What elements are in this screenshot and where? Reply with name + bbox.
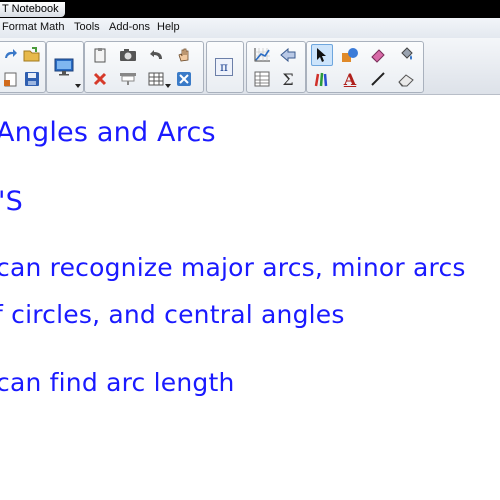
graph-icon xyxy=(254,48,270,62)
line-button[interactable] xyxy=(367,68,389,90)
redo-button[interactable] xyxy=(0,44,21,66)
toolbar-group-tools: A xyxy=(306,41,424,93)
eraser-pink-icon xyxy=(371,49,385,63)
whiteboard-canvas[interactable]: Angles and Arcs 'S can recognize major a… xyxy=(0,95,500,500)
menu-tools[interactable]: Tools xyxy=(74,21,100,33)
note-title-line: Angles and Arcs xyxy=(0,117,216,148)
paint-bucket-icon xyxy=(401,47,413,60)
menu-format[interactable]: Format xyxy=(2,21,37,33)
page-icon xyxy=(4,72,17,87)
menu-bar: Format Math Tools Add-ons Help xyxy=(0,18,500,39)
add-page-button[interactable] xyxy=(0,68,21,90)
arrow-shape-icon xyxy=(280,47,296,63)
note-line-5: can find arc length xyxy=(0,368,235,397)
delete-x-icon xyxy=(93,72,107,86)
line-icon xyxy=(371,72,385,86)
delete-button[interactable] xyxy=(89,68,111,90)
display-button[interactable] xyxy=(53,56,75,78)
close-x-box-icon xyxy=(177,72,191,86)
save-button[interactable] xyxy=(21,68,43,90)
camera-icon xyxy=(120,49,136,61)
sigma-icon: Σ xyxy=(282,69,294,89)
toolbar-group-page xyxy=(84,41,204,93)
magic-pen-button[interactable] xyxy=(367,44,389,66)
toolbar-group-math: π xyxy=(206,41,244,93)
shapes-button[interactable] xyxy=(339,44,361,66)
select-button[interactable] xyxy=(311,44,333,66)
eraser-button[interactable] xyxy=(395,68,417,90)
menu-math[interactable]: Math xyxy=(40,21,64,33)
undo-button[interactable] xyxy=(145,44,167,66)
touch-button[interactable] xyxy=(173,44,195,66)
data-table-icon xyxy=(254,71,270,87)
toolbar-group-display xyxy=(46,41,84,93)
graph-button[interactable] xyxy=(251,44,273,66)
menu-add-ons[interactable]: Add-ons xyxy=(109,21,150,33)
title-bar: T Notebook xyxy=(0,0,500,18)
paste-button[interactable] xyxy=(89,44,111,66)
pens-button[interactable] xyxy=(311,68,333,90)
note-line-4: f circles, and central angles xyxy=(0,300,345,329)
open-folder-icon xyxy=(23,47,40,62)
save-icon xyxy=(25,72,39,86)
full-screen-button[interactable] xyxy=(173,68,195,90)
math-tools-button[interactable]: π xyxy=(213,56,235,78)
monitor-icon xyxy=(54,58,74,76)
hand-icon xyxy=(178,48,189,62)
clipboard-icon xyxy=(94,48,106,63)
open-button[interactable] xyxy=(21,44,43,66)
screen-shade-button[interactable] xyxy=(117,68,139,90)
table-button[interactable] xyxy=(145,68,167,90)
fill-button[interactable] xyxy=(395,44,417,66)
toolbar: π Σ A xyxy=(0,38,500,95)
capture-button[interactable] xyxy=(117,44,139,66)
menu-help[interactable]: Help xyxy=(157,21,180,33)
screen-shade-icon xyxy=(120,73,136,85)
toolbar-group-graph: Σ xyxy=(246,41,306,93)
note-line-2: 'S xyxy=(0,186,23,217)
shapes-icon xyxy=(342,48,358,62)
sum-button[interactable]: Σ xyxy=(277,68,299,90)
pi-icon: π xyxy=(215,58,233,76)
text-button[interactable]: A xyxy=(339,68,361,90)
shape-arrow-button[interactable] xyxy=(277,44,299,66)
window-title: T Notebook xyxy=(0,2,65,17)
data-table-button[interactable] xyxy=(251,68,273,90)
redo-icon xyxy=(5,49,17,58)
undo-icon xyxy=(150,50,162,59)
text-a-icon: A xyxy=(343,69,357,89)
note-line-3: can recognize major arcs, minor arcs xyxy=(0,253,466,282)
table-icon xyxy=(148,72,164,86)
toolbar-group-file xyxy=(0,41,46,93)
table-dropdown-icon[interactable] xyxy=(165,84,171,88)
pointer-arrow-icon xyxy=(317,48,326,62)
pens-icon xyxy=(314,72,328,87)
eraser-icon xyxy=(398,74,414,87)
display-dropdown-icon[interactable] xyxy=(75,84,81,88)
